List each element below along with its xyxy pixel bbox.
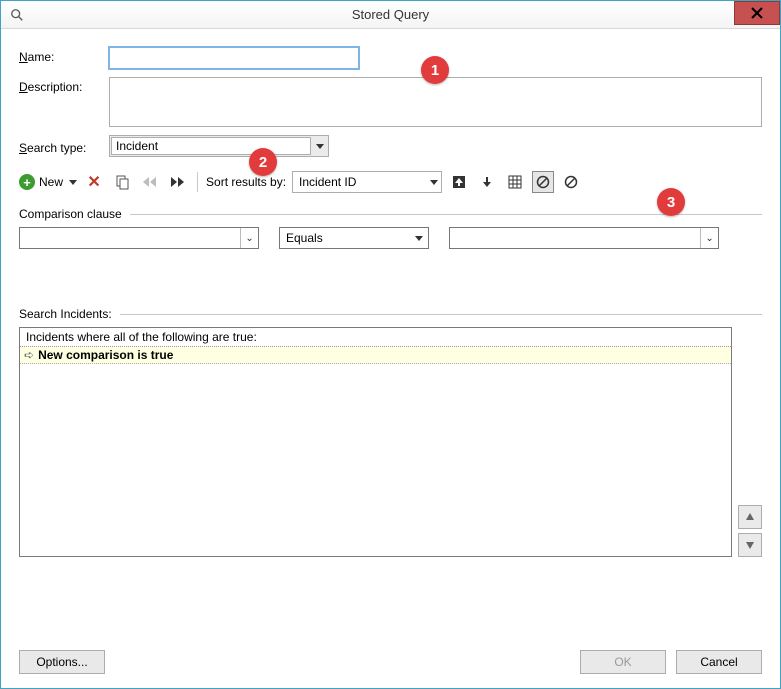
move-up-button[interactable]: [738, 505, 762, 529]
results-row[interactable]: ➪ New comparison is true: [20, 347, 731, 364]
arrow-up-icon: [452, 175, 466, 189]
titlebar: Stored Query: [1, 1, 780, 29]
grid-icon: [508, 175, 522, 189]
grid-button[interactable]: [504, 171, 526, 193]
triangle-down-icon: [745, 540, 755, 550]
move-down-button[interactable]: [738, 533, 762, 557]
results-list[interactable]: Incidents where all of the following are…: [19, 327, 732, 557]
new-button-label: New: [39, 175, 63, 189]
arrow-down-icon: [480, 175, 494, 189]
clause-value-dropdown[interactable]: ⌄: [449, 227, 719, 249]
plus-icon: +: [19, 174, 35, 190]
chevron-down-icon: [410, 228, 428, 248]
copy-button[interactable]: [111, 171, 133, 193]
triangle-up-icon: [745, 512, 755, 522]
circle-slash-icon: [536, 175, 550, 189]
search-type-combo[interactable]: Incident: [109, 135, 329, 157]
clause-field-dropdown[interactable]: ⌄: [19, 227, 259, 249]
search-incidents-label: Search Incidents:: [19, 307, 112, 321]
chevron-down-icon: ⌄: [700, 228, 718, 248]
double-right-icon: [169, 175, 187, 189]
chevron-down-icon: [69, 180, 77, 185]
results-header-text: Incidents where all of the following are…: [20, 328, 731, 347]
ok-button[interactable]: OK: [580, 650, 666, 674]
window-title: Stored Query: [1, 7, 780, 22]
toolbar-divider: [197, 172, 198, 192]
stored-query-dialog: Stored Query Name: Description: Search t…: [0, 0, 781, 689]
query-toolbar: + New ✕ Sort results by: Incident ID: [19, 171, 762, 193]
comparison-clause-label: Comparison clause: [19, 207, 122, 221]
callout-1: 1: [421, 56, 449, 84]
sort-by-label: Sort results by:: [206, 175, 286, 189]
callout-3: 3: [657, 188, 685, 216]
clause-operator-dropdown[interactable]: Equals: [279, 227, 429, 249]
cancel-button[interactable]: Cancel: [676, 650, 762, 674]
sort-by-combo[interactable]: Incident ID: [292, 171, 442, 193]
new-button[interactable]: + New: [19, 171, 77, 193]
description-input[interactable]: [109, 77, 762, 127]
arrow-right-icon: ➪: [24, 348, 34, 362]
dialog-footer: Options... OK Cancel: [1, 640, 780, 688]
circle-slash-icon: [564, 175, 578, 189]
sort-by-value: Incident ID: [293, 175, 427, 189]
comparison-section-header: Comparison clause: [19, 207, 762, 221]
filter-on-button[interactable]: [532, 171, 554, 193]
options-button[interactable]: Options...: [19, 650, 105, 674]
search-type-value: Incident: [116, 139, 158, 153]
next-button[interactable]: [167, 171, 189, 193]
results-section-header: Search Incidents:: [19, 307, 762, 321]
chevron-down-icon: [312, 136, 328, 156]
description-label: Description:: [19, 77, 109, 94]
close-button[interactable]: [734, 1, 780, 25]
results-row-text: New comparison is true: [38, 348, 173, 362]
filter-off-button[interactable]: [560, 171, 582, 193]
clause-operator-value: Equals: [280, 231, 410, 245]
double-left-icon: [141, 175, 159, 189]
delete-x-icon: ✕: [87, 172, 100, 192]
copy-icon: [114, 174, 130, 190]
name-input[interactable]: [109, 47, 359, 69]
search-type-label: Search type:: [19, 138, 109, 155]
chevron-down-icon: [427, 180, 441, 185]
callout-2: 2: [249, 148, 277, 176]
delete-button[interactable]: ✕: [83, 171, 105, 193]
name-label: Name:: [19, 47, 109, 64]
sort-asc-button[interactable]: [448, 171, 470, 193]
chevron-down-icon: ⌄: [240, 228, 258, 248]
sort-desc-button[interactable]: [476, 171, 498, 193]
prev-button[interactable]: [139, 171, 161, 193]
